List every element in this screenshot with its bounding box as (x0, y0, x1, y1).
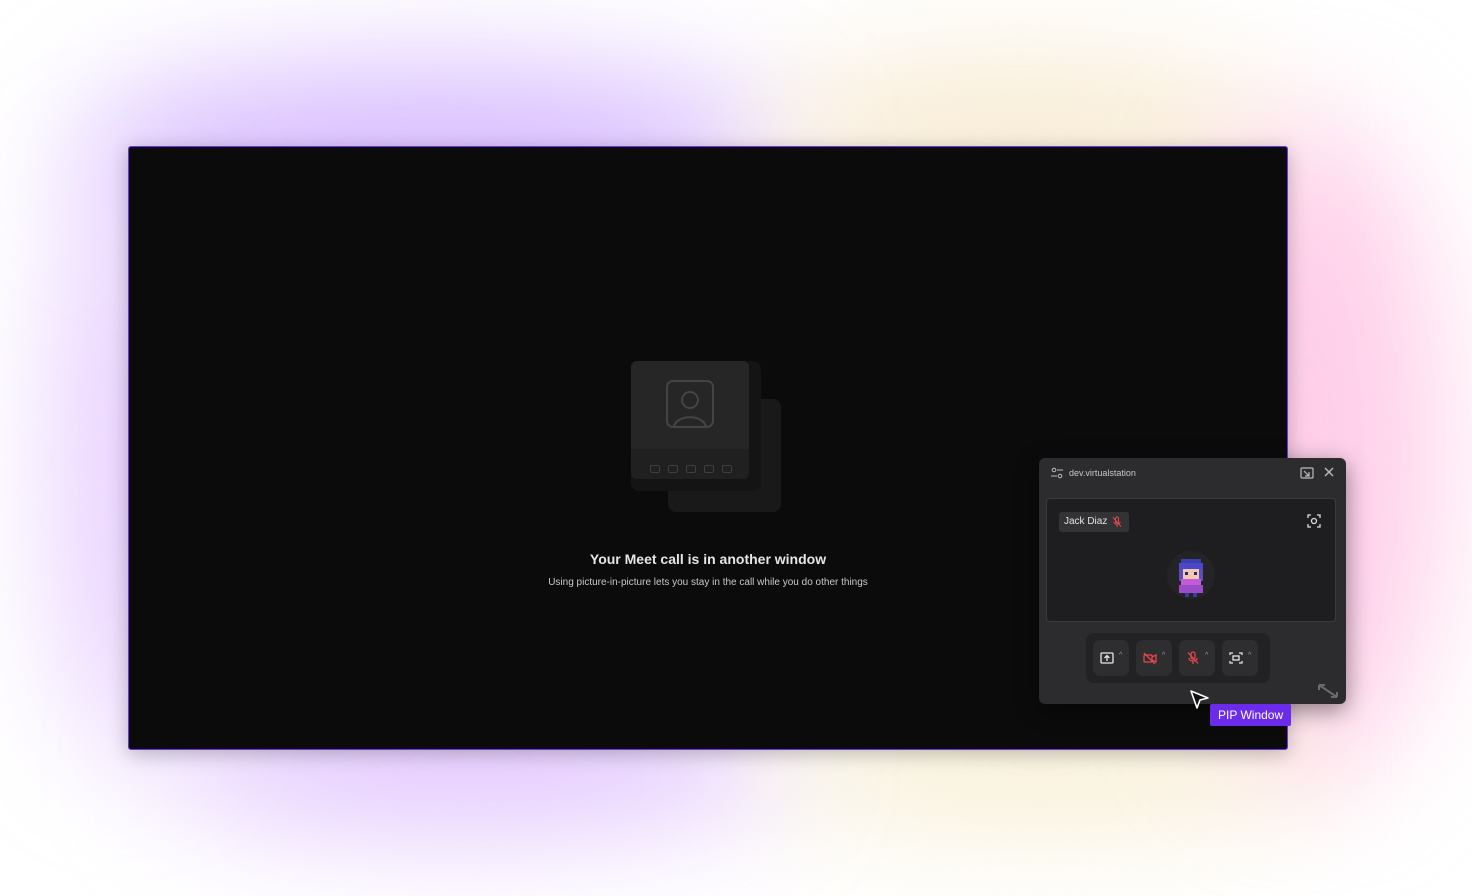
resize-handle-icon[interactable] (1316, 682, 1340, 700)
mic-toggle-button[interactable]: ^ (1179, 640, 1215, 676)
mic-muted-icon (1112, 516, 1122, 527)
participant-name-chip: Jack Diaz (1059, 512, 1130, 532)
mouse-pointer-icon (1190, 690, 1209, 709)
avatar (1167, 551, 1215, 599)
person-placeholder-icon (666, 380, 714, 428)
participant-name: Jack Diaz (1064, 516, 1108, 527)
pip-titlebar[interactable]: dev.virtualstation (1039, 458, 1346, 488)
chevron-up-icon[interactable]: ^ (1119, 652, 1122, 659)
pip-illustration (631, 361, 783, 513)
participant-tile[interactable]: Jack Diaz (1046, 498, 1336, 622)
frame-button[interactable]: ^ (1222, 640, 1258, 676)
pip-window[interactable]: dev.virtualstation Jack Diaz ^ ^ ^ ^ (1039, 458, 1346, 704)
share-screen-button[interactable]: ^ (1093, 640, 1129, 676)
camera-toggle-button[interactable]: ^ (1136, 640, 1172, 676)
chevron-up-icon[interactable]: ^ (1205, 652, 1208, 659)
illustration-video-card (631, 361, 749, 479)
pip-url: dev.virtualstation (1069, 468, 1136, 478)
mic-off-icon (1187, 651, 1199, 664)
pip-window-label: PIP Window (1210, 704, 1292, 726)
back-to-tab-icon[interactable] (1300, 466, 1314, 480)
chevron-up-icon[interactable]: ^ (1248, 652, 1251, 659)
focus-frame-icon (1229, 652, 1243, 664)
site-settings-icon[interactable] (1051, 467, 1063, 479)
chevron-up-icon[interactable]: ^ (1162, 652, 1165, 659)
illustration-front-card (631, 361, 761, 491)
camera-off-icon (1143, 652, 1157, 665)
illustration-controls (647, 465, 735, 475)
focus-frame-icon[interactable] (1307, 514, 1321, 528)
share-screen-icon (1100, 652, 1114, 664)
call-controls: ^ ^ ^ ^ (1086, 633, 1270, 683)
close-icon[interactable] (1322, 465, 1336, 479)
pixel-avatar-icon (1179, 559, 1203, 597)
